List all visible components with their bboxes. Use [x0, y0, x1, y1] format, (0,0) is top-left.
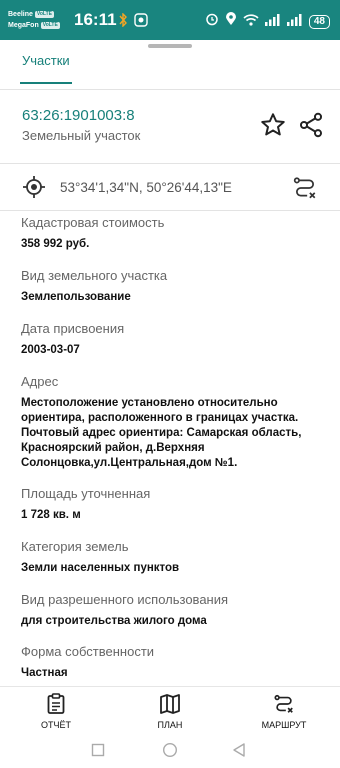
- field-value: 1 728 кв. м: [21, 509, 81, 521]
- field-area: Площадь уточненная 1 728 кв. м: [21, 485, 321, 523]
- alarm-icon: [205, 12, 219, 31]
- star-icon: [261, 113, 285, 136]
- share-button[interactable]: [297, 111, 325, 139]
- field-value: 2003-03-07: [21, 344, 80, 356]
- status-bar: Beeline VoLTE MegaFon VoLTE 16:11 48: [0, 0, 340, 40]
- plan-button[interactable]: ПЛАН: [130, 693, 210, 730]
- field-label: Категория земель: [21, 539, 129, 554]
- network-tag-2: VoLTE: [40, 21, 60, 29]
- tab-indicator: [20, 82, 72, 84]
- parcel-details: Кадастровая стоимость 358 992 руб. Вид з…: [0, 211, 340, 685]
- field-land-kind: Вид земельного участка Землепользование: [21, 267, 321, 305]
- route-label: МАРШРУТ: [261, 720, 307, 730]
- network-tag-1: VoLTE: [34, 10, 54, 18]
- carrier-info: Beeline VoLTE MegaFon VoLTE: [8, 9, 60, 31]
- report-label: ОТЧЁТ: [40, 720, 71, 730]
- route-icon: [293, 177, 316, 199]
- route-button[interactable]: [292, 175, 318, 201]
- back-icon[interactable]: [232, 742, 246, 758]
- tab-parcels[interactable]: Участки: [22, 53, 70, 68]
- field-label: Кадастровая стоимость: [21, 215, 165, 230]
- field-label: Форма собственности: [21, 644, 155, 659]
- share-icon: [299, 112, 323, 138]
- field-assignment-date: Дата присвоения 2003-03-07: [21, 320, 321, 358]
- signal-icon-2: [286, 13, 303, 31]
- system-navigation: [0, 734, 340, 768]
- field-label: Вид разрешенного использования: [21, 592, 229, 607]
- carrier-1: Beeline: [8, 11, 33, 18]
- field-permitted-use: Вид разрешенного использования для строи…: [21, 591, 321, 629]
- field-ownership: Форма собственности Частная: [21, 643, 321, 681]
- carrier-2: MegaFon: [8, 22, 39, 29]
- wifi-icon: [243, 13, 259, 31]
- map-icon: [160, 694, 180, 714]
- field-value: Частная: [21, 667, 68, 679]
- field-value: Земли населенных пунктов: [21, 562, 180, 574]
- favorite-button[interactable]: [259, 111, 287, 139]
- field-address: Адрес Местоположение установлено относит…: [21, 373, 321, 471]
- home-icon[interactable]: [162, 742, 178, 758]
- field-value: 358 992 руб.: [21, 238, 90, 250]
- crosshair-icon: [23, 176, 45, 198]
- coordinates-row: 53°34'1,34"N, 50°26'44,13"E: [0, 164, 340, 210]
- route-nav-button[interactable]: МАРШРУТ: [244, 693, 324, 730]
- field-value: Местоположение установлено относительно …: [21, 397, 302, 469]
- field-label: Дата присвоения: [21, 321, 125, 336]
- route-icon: [274, 694, 293, 713]
- battery-indicator: 48: [308, 14, 330, 29]
- coordinates-text[interactable]: 53°34'1,34"N, 50°26'44,13"E: [60, 180, 232, 195]
- bottom-navigation: ОТЧЁТ ПЛАН МАРШРУТ: [0, 686, 340, 734]
- parcel-type: Земельный участок: [22, 128, 141, 143]
- field-label: Адрес: [21, 374, 59, 389]
- bluetooth-icon: [118, 12, 128, 32]
- report-icon: [47, 693, 65, 714]
- app-notification-icon: [134, 13, 148, 32]
- field-label: Площадь уточненная: [21, 486, 151, 501]
- recents-icon[interactable]: [91, 743, 105, 757]
- divider: [0, 89, 340, 90]
- my-location-button[interactable]: [22, 175, 46, 199]
- field-cadastral-value: Кадастровая стоимость 358 992 руб.: [21, 214, 321, 252]
- signal-icon: [264, 13, 281, 31]
- tab-bar: Участки: [0, 48, 340, 90]
- field-label: Вид земельного участка: [21, 268, 168, 283]
- status-time: 16:11: [74, 10, 117, 29]
- plan-label: ПЛАН: [157, 720, 183, 730]
- location-icon: [225, 12, 237, 31]
- field-value: для строительства жилого дома: [21, 615, 207, 627]
- field-land-category: Категория земель Земли населенных пункто…: [21, 538, 321, 576]
- report-button[interactable]: ОТЧЁТ: [16, 693, 96, 730]
- field-value: Землепользование: [21, 291, 131, 303]
- cadastral-number: 63:26:1901003:8: [22, 107, 135, 124]
